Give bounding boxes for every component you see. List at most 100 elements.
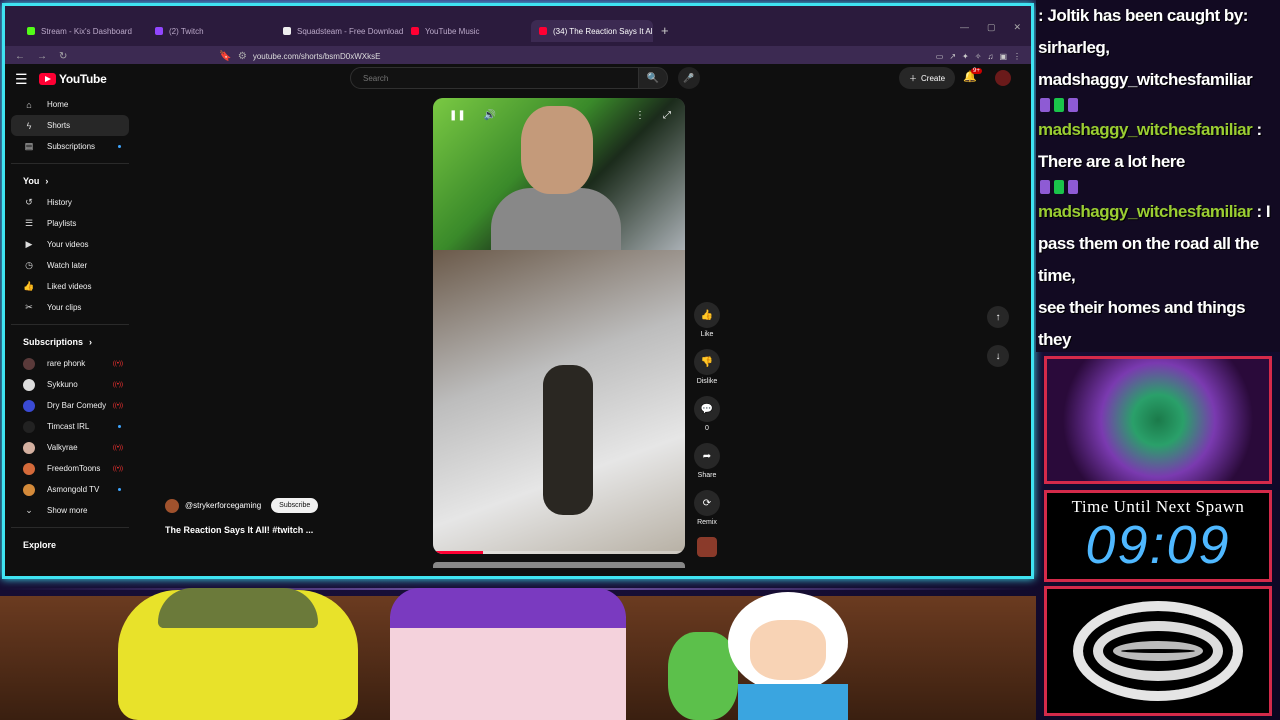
chat-badges xyxy=(1040,96,1278,114)
maximize-icon[interactable]: ▢ xyxy=(987,22,996,33)
like-icon[interactable]: 👍 xyxy=(694,302,720,328)
extension-icon[interactable]: ✦ xyxy=(962,52,969,61)
browser-tab[interactable]: Squadsteam - Free Download. Borsa... xyxy=(275,20,403,42)
army-helmet-icon xyxy=(158,588,318,628)
timer-value: 09:09 xyxy=(1085,515,1231,575)
forward-icon[interactable]: → xyxy=(37,51,47,62)
progress-bar[interactable] xyxy=(433,551,685,554)
action-comments[interactable]: 💬 0 xyxy=(694,396,720,432)
sidebar-item-your-clips[interactable]: ✂ Your clips xyxy=(11,297,129,318)
music-icon[interactable]: ♫ xyxy=(987,52,993,61)
new-content-dot xyxy=(118,145,121,148)
subscription-item[interactable]: rare phonk ((•)) xyxy=(11,353,129,374)
url-text[interactable]: youtube.com/shorts/bsmD0xWXksE xyxy=(253,52,381,61)
action-remix[interactable]: ⟳ Remix xyxy=(694,490,720,526)
subscription-item[interactable]: Timcast IRL xyxy=(11,416,129,437)
browser-tab[interactable]: YouTube Music xyxy=(403,20,531,42)
divider xyxy=(11,527,129,528)
previous-short-button[interactable]: ↑ xyxy=(987,306,1009,328)
action-dislike[interactable]: 👎 Dislike xyxy=(694,349,720,385)
channel-avatar xyxy=(23,441,35,454)
subscription-item[interactable]: Asmongold TV xyxy=(11,479,129,500)
sidebar-item-label: Your videos xyxy=(47,240,89,249)
section-title: Explore xyxy=(23,540,57,550)
divider xyxy=(11,324,129,325)
share-page-icon[interactable]: ↗ xyxy=(949,52,956,61)
fullscreen-icon[interactable]: ⤢ xyxy=(663,110,671,121)
site-info-icon[interactable]: ⚙ xyxy=(238,51,247,62)
sidebar-item-your-videos[interactable]: ▶ Your videos xyxy=(11,234,129,255)
action-label: 0 xyxy=(705,425,709,432)
puzzle-icon[interactable]: ✧ xyxy=(975,52,982,61)
subscription-item[interactable]: FreedomToons ((•)) xyxy=(11,458,129,479)
tab-favicon-icon xyxy=(411,27,419,35)
youtube-logo[interactable]: YouTube xyxy=(39,72,107,86)
minimize-icon[interactable]: — xyxy=(960,22,969,33)
action-share[interactable]: ➦ Share xyxy=(694,443,720,479)
browser-tab[interactable]: (2) Twitch xyxy=(147,20,275,42)
channel-name[interactable]: @strykerforcegaming xyxy=(185,501,261,510)
channel-avatar[interactable] xyxy=(165,498,179,513)
section-title: Subscriptions xyxy=(23,337,84,347)
more-options-icon[interactable]: ⋮ xyxy=(635,110,645,121)
cast-icon[interactable]: ▭ xyxy=(936,52,944,61)
subscription-item[interactable]: Sykkuno ((•)) xyxy=(11,374,129,395)
close-window-icon[interactable]: ✕ xyxy=(1013,22,1021,33)
comments-icon[interactable]: 💬 xyxy=(694,396,720,422)
player-right-controls: ⋮ ⤢ xyxy=(635,110,671,121)
pause-icon[interactable]: ❚❚ xyxy=(449,110,466,121)
sidebar-item-history[interactable]: ↺ History xyxy=(11,192,129,213)
remix-icon[interactable]: ⟳ xyxy=(694,490,720,516)
hamburger-menu-icon[interactable]: ☰ xyxy=(15,71,39,88)
tab-search-icon[interactable]: ▣ xyxy=(999,52,1007,61)
shorts-player[interactable]: ❚❚ 🔊 ⋮ ⤢ xyxy=(433,98,685,554)
search-button[interactable]: 🔍 xyxy=(638,67,668,89)
sidebar-item-watch-later[interactable]: ◷ Watch later xyxy=(11,255,129,276)
sidebar-item-label: Shorts xyxy=(47,121,71,130)
voice-search-button[interactable]: 🎤 xyxy=(678,67,700,89)
tab-title: Stream - Kix's Dashboard xyxy=(41,26,132,36)
browser-tab[interactable]: (34) The Reaction Says It All!✕ xyxy=(531,20,653,42)
sidebar-item-home[interactable]: ⌂ Home xyxy=(11,94,129,115)
tab-favicon-icon xyxy=(27,27,35,35)
sidebar-item-shorts[interactable]: ϟ Shorts xyxy=(11,115,129,136)
browser-tab[interactable]: Stream - Kix's Dashboard xyxy=(19,20,147,42)
action-like[interactable]: 👍 Like xyxy=(694,302,720,338)
sidebar-item-playlists[interactable]: ☰ Playlists xyxy=(11,213,129,234)
reload-icon[interactable]: ↻ xyxy=(59,51,67,62)
sidebar-item-label: Watch later xyxy=(47,261,88,270)
subscribe-button[interactable]: Subscribe xyxy=(271,498,319,513)
create-label: Create xyxy=(921,73,946,83)
volume-icon[interactable]: 🔊 xyxy=(484,110,496,121)
game-footage xyxy=(433,250,685,554)
sidebar-item-subscriptions[interactable]: ▤ Subscriptions xyxy=(11,136,129,157)
notification-badge: 9+ xyxy=(971,68,982,74)
sidebar-item-liked-videos[interactable]: 👍 Liked videos xyxy=(11,276,129,297)
sound-channel-avatar[interactable] xyxy=(697,537,717,557)
dislike-icon[interactable]: 👎 xyxy=(694,349,720,375)
menu-dots-icon[interactable]: ⋮ xyxy=(1013,52,1021,61)
subscription-item[interactable]: Dry Bar Comedy ((•)) xyxy=(11,395,129,416)
sidebar-section-subscriptions[interactable]: Subscriptions › xyxy=(5,331,135,353)
next-short-preview[interactable] xyxy=(433,562,685,568)
new-content-dot xyxy=(118,425,121,428)
sidebar-section-you[interactable]: You › xyxy=(5,170,135,192)
chat-line: madshaggy_witchesfamiliar xyxy=(1038,70,1253,89)
create-button[interactable]: ＋ Create xyxy=(899,67,956,89)
share-icon[interactable]: ➦ xyxy=(694,443,720,469)
next-short-button[interactable]: ↓ xyxy=(987,345,1009,367)
liked-videos-icon: 👍 xyxy=(23,281,35,291)
show-more-button[interactable]: ⌄ Show more xyxy=(11,500,129,521)
browser-window: Stream - Kix's Dashboard (2) Twitch Squads… xyxy=(2,3,1034,579)
new-tab-icon[interactable]: + xyxy=(653,20,677,42)
subscription-item[interactable]: Valkyrae ((•)) xyxy=(11,437,129,458)
bookmark-icon[interactable]: 🔖 xyxy=(219,51,231,62)
action-label: Share xyxy=(697,472,717,479)
account-avatar[interactable] xyxy=(995,70,1011,86)
tab-title: (34) The Reaction Says It All! xyxy=(553,26,653,36)
short-title[interactable]: The Reaction Says It All! #twitch ... xyxy=(165,525,318,535)
youtube-wordmark: YouTube xyxy=(59,72,107,86)
search-input[interactable] xyxy=(363,73,639,83)
back-icon[interactable]: ← xyxy=(15,51,25,62)
shorts-icon: ϟ xyxy=(26,120,32,131)
